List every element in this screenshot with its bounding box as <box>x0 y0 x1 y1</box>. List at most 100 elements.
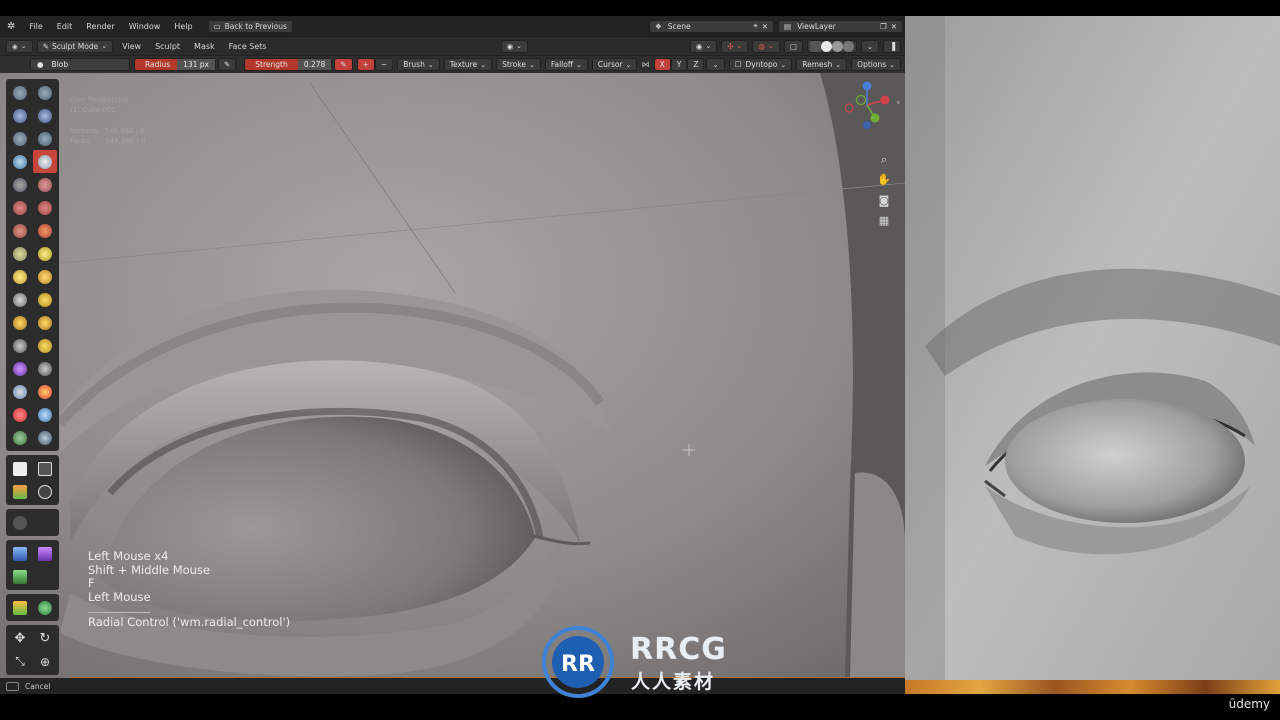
visibility-button[interactable]: ◉ <box>689 39 718 53</box>
wireframe-shading-icon[interactable] <box>809 40 821 52</box>
stroke-dropdown[interactable]: Stroke <box>496 58 541 71</box>
axis-x-toggle[interactable]: X <box>653 58 671 71</box>
layer-brush-tool[interactable] <box>33 127 57 150</box>
cursor-dropdown[interactable]: Cursor <box>591 58 638 71</box>
menu-edit[interactable]: Edit <box>50 22 80 31</box>
rotate-brush-tool[interactable] <box>33 311 57 334</box>
slide-relax-brush-tool[interactable] <box>8 334 32 357</box>
mesh-filter-tool[interactable] <box>8 542 32 565</box>
clay-strips-brush-tool[interactable] <box>33 104 57 127</box>
shading-modes[interactable] <box>806 39 857 53</box>
scale-tool[interactable]: ⤡ <box>8 650 32 673</box>
axis-y-toggle[interactable]: Y <box>670 58 688 71</box>
menu-help[interactable]: Help <box>167 22 199 31</box>
brush-selector[interactable]: ● Blob <box>30 58 130 71</box>
sidebar-toggle-button[interactable]: ▐ <box>883 39 901 53</box>
falloff-dropdown[interactable]: Falloff <box>544 58 588 71</box>
options-dropdown[interactable]: Options <box>851 58 901 71</box>
crease-brush-tool[interactable] <box>8 173 32 196</box>
fill-brush-tool[interactable] <box>33 196 57 219</box>
radius-field[interactable]: Radius 131 px <box>134 58 216 71</box>
menu-face-sets[interactable]: Face Sets <box>222 42 274 51</box>
paint-brush-tool[interactable] <box>8 426 32 449</box>
rotate-tool[interactable]: ↻ <box>33 627 57 650</box>
box-mask-tool[interactable] <box>8 457 32 480</box>
box-face-set-tool[interactable] <box>8 480 32 503</box>
clay-thumb-brush-tool[interactable] <box>8 127 32 150</box>
material-shading-icon[interactable] <box>831 40 843 52</box>
draw-sharp-brush-tool[interactable] <box>33 81 57 104</box>
axis-z-toggle[interactable]: Z <box>687 58 705 71</box>
blender-logo-icon[interactable]: ✲ <box>0 21 22 32</box>
dyntopo-toggle[interactable]: ☐ Dyntopo <box>728 58 793 71</box>
draw-face-sets-tool[interactable] <box>33 380 57 403</box>
edit-face-set-tool[interactable] <box>8 596 32 619</box>
mask-by-color-tool[interactable] <box>33 596 57 619</box>
scene-selector[interactable]: ❖ Scene ⌖ ✕ <box>649 19 774 33</box>
view-layer-selector[interactable]: ▤ ViewLayer ❐ ✕ <box>778 19 903 33</box>
symmetry-options-button[interactable]: ⌄ <box>706 58 725 71</box>
texture-dropdown[interactable]: Texture <box>443 58 493 71</box>
radius-pressure-button[interactable]: ✎ <box>218 58 237 71</box>
simplify-brush-tool[interactable] <box>33 357 57 380</box>
pan-hand-icon[interactable]: ✋ <box>877 173 891 187</box>
remesh-dropdown[interactable]: Remesh <box>796 58 848 71</box>
grab-brush-tool[interactable] <box>33 242 57 265</box>
grid-perspective-icon[interactable]: ▦ <box>877 214 891 228</box>
navigation-gizmo[interactable]: ⌕ ✋ ◙ ▦ ‹ <box>844 78 900 228</box>
solid-shading-icon[interactable] <box>820 40 832 52</box>
mask-brush-tool[interactable] <box>8 380 32 403</box>
thumb-brush-tool[interactable] <box>8 288 32 311</box>
blob-brush-tool[interactable] <box>33 150 57 173</box>
transform-pivot-button[interactable]: ◉ <box>500 39 529 53</box>
move-tool[interactable]: ✥ <box>8 627 32 650</box>
line-project-tool[interactable] <box>8 511 32 534</box>
menu-file[interactable]: File <box>22 22 49 31</box>
smear-brush-tool[interactable] <box>33 426 57 449</box>
editor-type-button[interactable]: ◈ <box>6 39 33 53</box>
elastic-deform-brush-tool[interactable] <box>8 265 32 288</box>
flatten-brush-tool[interactable] <box>8 196 32 219</box>
nudge-brush-tool[interactable] <box>8 311 32 334</box>
eye-icon: ◉ <box>695 41 703 51</box>
menu-sculpt[interactable]: Sculpt <box>148 42 187 51</box>
menu-mask[interactable]: Mask <box>187 42 222 51</box>
camera-icon[interactable]: ◙ <box>877 194 891 208</box>
shading-options-button[interactable]: ⌄ <box>860 39 880 53</box>
rendered-shading-icon[interactable] <box>842 40 854 52</box>
snake-hook-brush-tool[interactable] <box>33 265 57 288</box>
pose-brush-tool[interactable] <box>33 288 57 311</box>
multires-displacement-smear-tool[interactable] <box>33 403 57 426</box>
gizmo-button[interactable]: ✣ <box>721 39 749 53</box>
scrape-brush-tool[interactable] <box>8 219 32 242</box>
smooth-brush-tool[interactable] <box>33 173 57 196</box>
brush-dropdown[interactable]: Brush <box>397 58 440 71</box>
axis-gizmo-icon[interactable] <box>844 78 897 148</box>
boundary-brush-tool[interactable] <box>33 334 57 357</box>
back-to-previous-button[interactable]: ▭ Back to Previous <box>207 19 293 33</box>
lasso-trim-tool[interactable] <box>33 480 57 503</box>
transform-tool[interactable]: ⊕ <box>33 650 57 673</box>
draw-brush-tool[interactable] <box>8 81 32 104</box>
pinch-brush-tool[interactable] <box>8 242 32 265</box>
menu-render[interactable]: Render <box>79 22 121 31</box>
color-filter-tool[interactable] <box>8 565 32 588</box>
zoom-icon[interactable]: ⌕ <box>877 153 891 167</box>
subtract-direction-button[interactable]: − <box>374 58 394 71</box>
xray-button[interactable]: ▢ <box>783 39 803 53</box>
menu-view[interactable]: View <box>115 42 148 51</box>
menu-window[interactable]: Window <box>122 22 168 31</box>
sidebar-collapse-arrow-icon[interactable]: ‹ <box>896 98 900 108</box>
multires-displacement-eraser-tool[interactable] <box>8 403 32 426</box>
cloth-brush-tool[interactable] <box>8 357 32 380</box>
strength-pressure-button[interactable]: ✎ <box>334 58 353 71</box>
multiplane-scrape-brush-tool[interactable] <box>33 219 57 242</box>
clay-brush-tool[interactable] <box>8 104 32 127</box>
cloth-filter-tool[interactable] <box>33 542 57 565</box>
add-direction-button[interactable]: + <box>356 58 375 71</box>
lasso-mask-tool[interactable] <box>33 457 57 480</box>
mode-selector[interactable]: ✎ Sculpt Mode <box>36 39 114 53</box>
strength-field[interactable]: Strength 0.278 <box>244 58 333 71</box>
inflate-brush-tool[interactable] <box>8 150 32 173</box>
overlay-button[interactable]: ◍ <box>752 39 780 53</box>
